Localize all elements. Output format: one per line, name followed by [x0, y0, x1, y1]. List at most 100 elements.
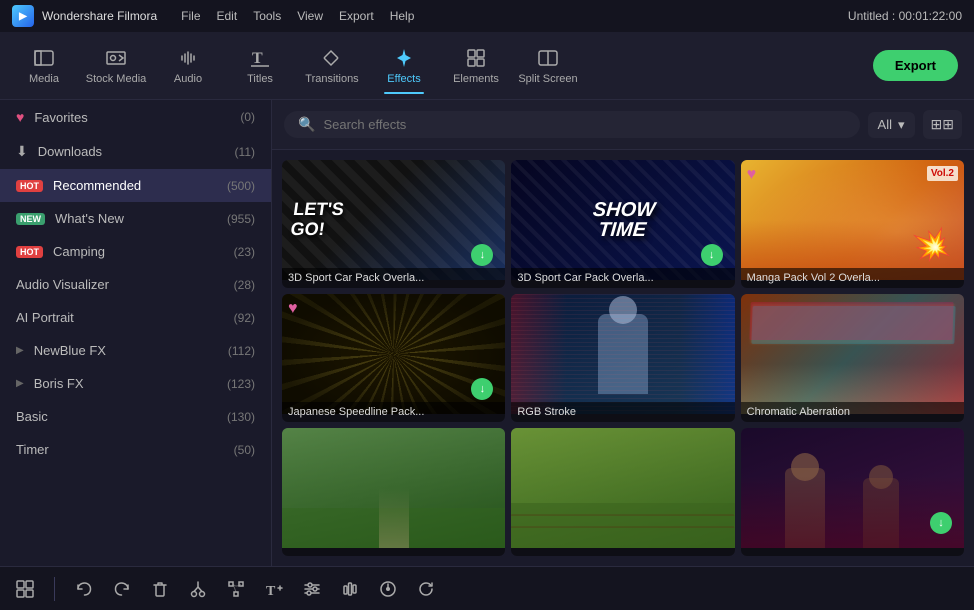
effect-card-vine1[interactable] [282, 428, 505, 556]
titlebar-menu: File Edit Tools View Export Help [181, 9, 414, 23]
ai-portrait-count: (92) [234, 311, 255, 325]
sidebar-item-downloads[interactable]: ⬇ Downloads (11) [0, 134, 271, 169]
menu-view[interactable]: View [297, 9, 323, 23]
new-badge: NEW [16, 213, 45, 225]
separator-1 [54, 577, 55, 601]
svg-text:T: T [266, 584, 276, 598]
menu-file[interactable]: File [181, 9, 200, 23]
effect-card-vine2[interactable] [511, 428, 734, 556]
effect-card-sport1[interactable]: LET'SGO! ↓ 3D Sport Car Pack Overla... [282, 160, 505, 288]
basic-label: Basic [16, 409, 48, 424]
effect-card-sport2[interactable]: SHOWTIME ↓ 3D Sport Car Pack Overla... [511, 160, 734, 288]
tool-text[interactable]: T [265, 580, 283, 598]
filter-dropdown[interactable]: All ▾ [868, 112, 915, 138]
tool-redo[interactable] [113, 580, 131, 598]
hot-badge-camping: HOT [16, 246, 43, 258]
app-name: Wondershare Filmora [42, 9, 157, 23]
camping-label: Camping [53, 244, 105, 259]
tool-cut[interactable] [189, 580, 207, 598]
stock-media-label: Stock Media [86, 73, 147, 85]
effect-thumb-sport2: SHOWTIME ↓ [511, 160, 734, 280]
effect-label-manga: Manga Pack Vol 2 Overla... [741, 268, 964, 288]
camping-count: (23) [234, 245, 255, 259]
project-title: Untitled : 00:01:22:00 [848, 9, 962, 23]
titlebar-left: ▶ Wondershare Filmora File Edit Tools Vi… [12, 5, 414, 27]
effect-label-vine1 [282, 548, 505, 556]
elements-label: Elements [453, 73, 499, 85]
app-logo: ▶ [12, 5, 34, 27]
sidebar-item-audio-visualizer[interactable]: Audio Visualizer (28) [0, 268, 271, 301]
tool-audio[interactable] [341, 580, 359, 598]
menu-tools[interactable]: Tools [253, 9, 281, 23]
split-screen-icon [537, 47, 559, 69]
whats-new-label: What's New [55, 211, 124, 226]
main-area: ♥ Favorites (0) ⬇ Downloads (11) HOT Rec… [0, 100, 974, 566]
search-input[interactable] [323, 117, 845, 132]
effect-card-chroma[interactable]: Chromatic Aberration [741, 294, 964, 422]
media-icon [33, 47, 55, 69]
tool-undo[interactable] [75, 580, 93, 598]
filter-label: All [878, 117, 892, 132]
effect-card-rgb[interactable]: RGB Stroke [511, 294, 734, 422]
favorites-count: (0) [240, 110, 255, 124]
tool-scenes[interactable] [16, 580, 34, 598]
sidebar-item-recommended[interactable]: HOT Recommended (500) [0, 169, 271, 202]
tool-loop[interactable] [417, 580, 435, 598]
menu-export[interactable]: Export [339, 9, 374, 23]
toolbar-split-screen[interactable]: Split Screen [512, 36, 584, 96]
timer-label: Timer [16, 442, 49, 457]
ai-portrait-label: AI Portrait [16, 310, 74, 325]
toolbar-stock-media[interactable]: Stock Media [80, 36, 152, 96]
toolbar-transitions[interactable]: Transitions [296, 36, 368, 96]
menu-edit[interactable]: Edit [217, 9, 238, 23]
effect-label-rgb: RGB Stroke [511, 402, 734, 422]
menu-help[interactable]: Help [390, 9, 415, 23]
tool-color-grading[interactable] [303, 580, 321, 598]
audio-label: Audio [174, 73, 202, 85]
sidebar-item-basic[interactable]: Basic (130) [0, 400, 271, 433]
sidebar: ♥ Favorites (0) ⬇ Downloads (11) HOT Rec… [0, 100, 272, 566]
heart-icon: ♥ [16, 109, 24, 125]
sidebar-item-boris-fx[interactable]: ▶ Boris FX (123) [0, 367, 271, 400]
audio-vis-count: (28) [234, 278, 255, 292]
effect-card-speedline[interactable]: ♥ ↓ Japanese Speedline Pack... [282, 294, 505, 422]
search-input-wrap[interactable]: 🔍 [284, 111, 860, 138]
toolbar-media[interactable]: Media [8, 36, 80, 96]
sidebar-item-favorites[interactable]: ♥ Favorites (0) [0, 100, 271, 134]
expand-icon-newblue: ▶ [16, 345, 24, 356]
effect-label-chroma: Chromatic Aberration [741, 402, 964, 422]
svg-text:T: T [252, 50, 263, 67]
effect-card-manga[interactable]: ♥ Vol.2 💥 Manga Pack Vol 2 Overla... [741, 160, 964, 288]
sidebar-item-timer[interactable]: Timer (50) [0, 433, 271, 466]
search-icon: 🔍 [298, 116, 315, 133]
newblue-count: (112) [228, 344, 255, 358]
favorites-label: Favorites [34, 110, 87, 125]
download-icon: ⬇ [16, 143, 28, 160]
sidebar-item-whats-new[interactable]: NEW What's New (955) [0, 202, 271, 235]
sidebar-item-camping[interactable]: HOT Camping (23) [0, 235, 271, 268]
sidebar-item-ai-portrait[interactable]: AI Portrait (92) [0, 301, 271, 334]
recommended-label: Recommended [53, 178, 141, 193]
toolbar-elements[interactable]: Elements [440, 36, 512, 96]
effect-card-color[interactable]: ↓ [741, 428, 964, 556]
export-button[interactable]: Export [873, 50, 958, 81]
effects-label: Effects [387, 73, 420, 85]
effect-thumb-rgb [511, 294, 734, 414]
effect-thumb-vine2 [511, 428, 734, 548]
effects-grid: LET'SGO! ↓ 3D Sport Car Pack Overla... S… [272, 150, 974, 566]
tool-speed[interactable] [379, 580, 397, 598]
grid-toggle[interactable]: ⊞⊞ [923, 110, 962, 139]
basic-count: (130) [227, 410, 255, 424]
toolbar-audio[interactable]: Audio [152, 36, 224, 96]
tool-delete[interactable] [151, 580, 169, 598]
effect-thumb-color: ↓ [741, 428, 964, 548]
chevron-down-icon: ▾ [898, 117, 905, 133]
sidebar-item-newblue-fx[interactable]: ▶ NewBlue FX (112) [0, 334, 271, 367]
tool-bezier[interactable] [227, 580, 245, 598]
effect-label-sport2: 3D Sport Car Pack Overla... [511, 268, 734, 288]
toolbar-titles[interactable]: T Titles [224, 36, 296, 96]
boris-label: Boris FX [34, 376, 84, 391]
recommended-count: (500) [227, 179, 255, 193]
bottom-toolbar: T [0, 566, 974, 610]
toolbar-effects[interactable]: Effects [368, 36, 440, 96]
